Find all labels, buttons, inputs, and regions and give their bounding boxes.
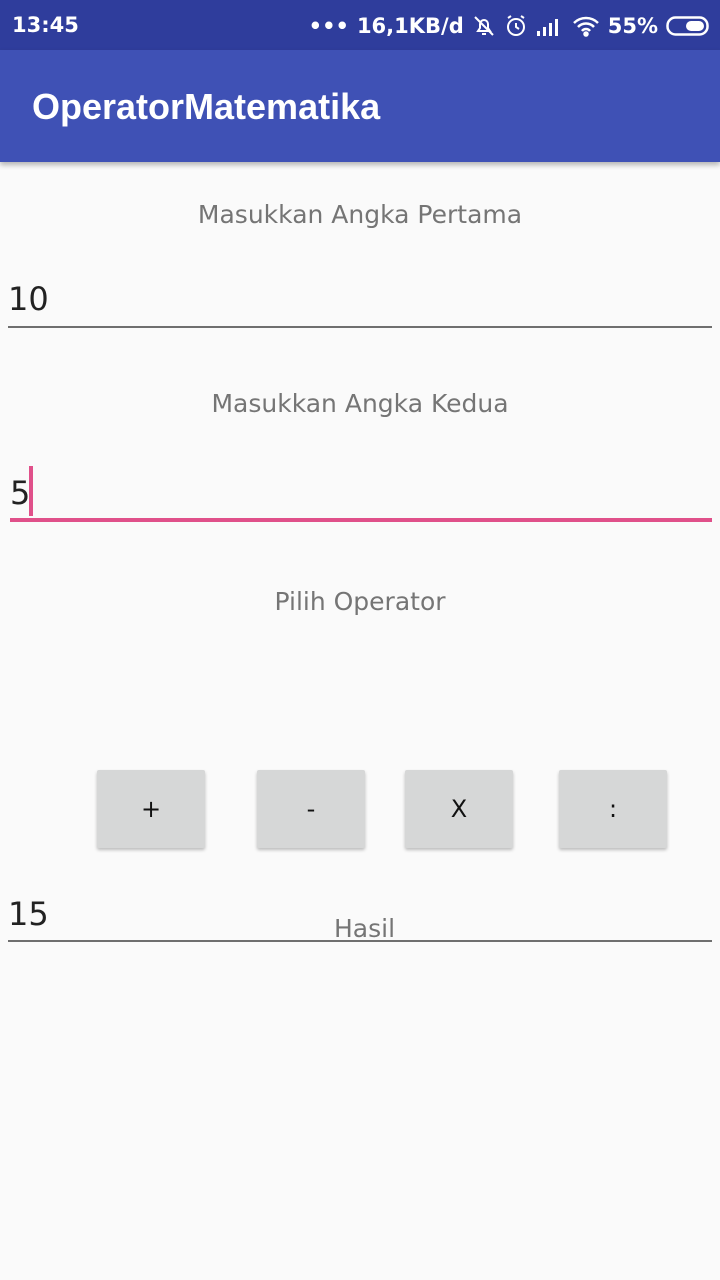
result-underline	[8, 940, 712, 942]
wifi-icon	[572, 15, 600, 37]
status-icons: ••• 16,1KB/d 55%	[309, 12, 710, 40]
add-button[interactable]: +	[97, 770, 205, 848]
second-number-label: Masukkan Angka Kedua	[211, 389, 509, 418]
app-bar: OperatorMatematika	[0, 50, 720, 162]
battery-icon	[666, 15, 710, 37]
battery-percent: 55%	[607, 14, 658, 38]
network-speed: 16,1KB/d	[356, 14, 464, 38]
subtract-button[interactable]: -	[257, 770, 365, 848]
text-cursor	[29, 466, 33, 516]
status-bar: 13:45 ••• 16,1KB/d 55%	[0, 0, 720, 50]
status-time: 13:45	[12, 13, 79, 37]
second-number-input[interactable]: 5	[10, 474, 714, 512]
app-title: OperatorMatematika	[32, 86, 381, 127]
operator-label: Pilih Operator	[274, 587, 446, 616]
result-hint: Hasil	[334, 914, 396, 943]
second-number-underline	[10, 518, 712, 522]
first-number-input[interactable]: 10	[8, 280, 712, 318]
multiply-button[interactable]: X	[405, 770, 513, 848]
signal-icon	[536, 15, 564, 37]
first-number-label: Masukkan Angka Pertama	[197, 200, 523, 229]
alarm-icon	[504, 14, 528, 38]
alarm-off-icon	[472, 14, 496, 38]
status-dots: •••	[308, 14, 349, 38]
first-number-underline	[8, 326, 712, 328]
divide-button[interactable]: :	[559, 770, 667, 848]
